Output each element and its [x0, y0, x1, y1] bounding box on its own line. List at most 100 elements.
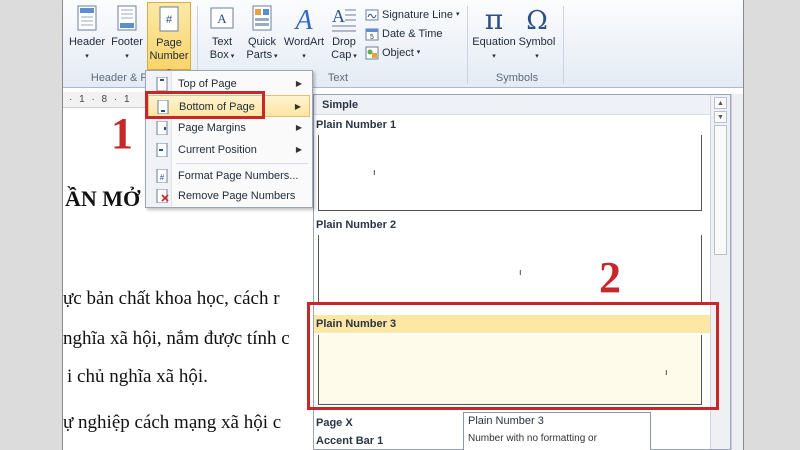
symbol-dropdown-icon: ▾ — [535, 53, 539, 60]
wordart-button[interactable]: A WordArt ▾ — [283, 4, 325, 70]
page-number-label-2: Number — [149, 50, 189, 62]
date-time-label: Date & Time — [382, 28, 443, 40]
scrollbar-thumb[interactable] — [714, 125, 727, 255]
drop-cap-button[interactable]: A Drop Cap ▾ — [327, 4, 361, 70]
svg-text:A: A — [293, 5, 313, 34]
menu-item-label: Format Page Numbers... — [178, 170, 299, 182]
gallery-item-plain-number-1[interactable]: ı — [318, 135, 702, 211]
submenu-arrow-icon: ▶ — [295, 79, 302, 88]
menu-separator — [176, 163, 308, 164]
svg-text:#: # — [166, 14, 173, 26]
top-of-page-icon — [156, 77, 168, 91]
footer-button[interactable]: Footer ▾ — [107, 4, 147, 70]
menu-item-current-position[interactable]: Current Position ▶ — [148, 139, 310, 161]
pi-icon: π — [485, 4, 503, 34]
gallery-item-title[interactable]: Accent Bar 1 — [316, 435, 383, 447]
symbol-label: Symbol — [518, 36, 556, 48]
header-button[interactable]: Header ▾ — [67, 4, 107, 70]
text-box-label-2: Box — [209, 49, 229, 61]
text-box-button[interactable]: A Text Box ▾ — [203, 4, 241, 70]
vertical-scrollbar[interactable] — [731, 94, 743, 450]
ruler-marks: · 1 · 8 · 1 — [69, 94, 132, 105]
footer-dropdown-icon: ▾ — [125, 53, 129, 60]
scroll-up-icon[interactable]: ▲ — [714, 97, 727, 109]
signature-line-label: Signature Line — [382, 9, 453, 21]
format-page-numbers-icon: # — [156, 169, 168, 183]
gallery-item-plain-number-2[interactable]: ı — [318, 235, 702, 305]
menu-item-label: Top of Page — [178, 78, 237, 90]
submenu-arrow-icon: ▶ — [295, 123, 302, 132]
annotation-number-2: 2 — [599, 253, 621, 302]
svg-text:Ω: Ω — [526, 6, 548, 34]
group-label-header-footer: Header & F — [90, 72, 148, 84]
gallery-item-title: Plain Number 1 — [316, 119, 397, 131]
page-number-button[interactable]: # Page Number ▾ — [147, 2, 191, 75]
document-line: ự nghiệp cách mạng xã hội c — [63, 412, 282, 433]
document-line: i chủ nghĩa xã hội. — [67, 366, 208, 387]
menu-item-remove-page-numbers[interactable]: Remove Page Numbers — [148, 185, 310, 207]
menu-item-format-page-numbers[interactable]: # Format Page Numbers... — [148, 165, 310, 187]
equation-button[interactable]: π Equation ▾ — [471, 4, 517, 70]
svg-text:#: # — [160, 173, 165, 182]
gallery-item-title: Plain Number 2 — [316, 219, 397, 231]
menu-item-label: Remove Page Numbers — [178, 190, 296, 202]
group-label-symbols: Symbols — [495, 72, 539, 84]
svg-text:π: π — [485, 4, 503, 34]
current-position-icon — [156, 143, 168, 157]
header-icon — [77, 5, 97, 31]
scroll-down-icon[interactable]: ▼ — [714, 111, 727, 123]
remove-page-numbers-icon — [156, 189, 169, 203]
horizontal-ruler[interactable]: · 1 · 8 · 1 — [63, 92, 153, 108]
gallery-tooltip: Plain Number 3 Number with no formatting… — [463, 412, 651, 450]
svg-text:5: 5 — [370, 34, 374, 41]
quick-parts-dropdown-icon: ▾ — [272, 53, 278, 60]
wordart-dropdown-icon: ▾ — [302, 53, 306, 60]
text-box-label-1: Text — [211, 36, 233, 48]
footer-icon — [117, 5, 137, 31]
object-button[interactable]: Object ▾ — [365, 44, 420, 62]
tooltip-title: Plain Number 3 — [468, 415, 544, 427]
header-label: Header — [68, 36, 106, 48]
svg-text:A: A — [332, 6, 345, 26]
group-separator — [467, 6, 468, 84]
date-time-button[interactable]: 5 Date & Time — [365, 25, 443, 43]
submenu-arrow-icon: ▶ — [294, 102, 301, 111]
word-window: Header ▾ Footer ▾ # Page Number ▾ A — [62, 0, 744, 450]
text-box-icon: A — [210, 7, 234, 29]
footer-label: Footer — [111, 36, 143, 48]
quick-parts-label-1: Quick — [247, 36, 277, 48]
symbol-button[interactable]: Ω Symbol ▾ — [517, 4, 557, 70]
text-box-dropdown-icon: ▾ — [228, 53, 235, 60]
page-number-icon: # — [159, 6, 179, 32]
menu-item-label: Page Margins — [178, 122, 246, 134]
wordart-label: WordArt — [283, 36, 325, 48]
wordart-icon: A — [293, 5, 313, 34]
page-number-label-1: Page — [156, 37, 182, 49]
equation-label: Equation — [472, 36, 516, 48]
signature-icon — [365, 9, 379, 21]
drop-cap-icon: A — [332, 6, 356, 32]
document-line: nghĩa xã hội, nắm được tính c — [63, 328, 290, 349]
quick-parts-icon — [252, 5, 272, 31]
quick-parts-label-2: Parts — [246, 49, 273, 61]
drop-cap-label-2: Cap — [331, 49, 352, 61]
page-number-mark: ı — [373, 167, 376, 177]
page-number-mark: ı — [519, 267, 522, 277]
quick-parts-button[interactable]: Quick Parts ▾ — [243, 4, 281, 70]
gallery-item-title[interactable]: Page X — [316, 417, 353, 429]
page-margins-icon — [156, 121, 168, 135]
gallery-section-simple: Simple — [314, 95, 710, 115]
group-separator — [563, 6, 564, 84]
group-label-text: Text — [327, 72, 349, 84]
drop-cap-label-1: Drop — [332, 36, 356, 48]
object-icon — [365, 46, 379, 60]
equation-dropdown-icon: ▾ — [492, 53, 496, 60]
annotation-box-plain-number-3 — [307, 302, 719, 410]
svg-text:A: A — [217, 11, 227, 26]
object-dropdown-icon: ▾ — [416, 49, 421, 56]
menu-item-label: Current Position — [178, 144, 257, 156]
menu-item-page-margins[interactable]: Page Margins ▶ — [148, 117, 310, 139]
header-dropdown-icon: ▾ — [85, 53, 89, 60]
tooltip-text: Number with no formatting or — [468, 433, 597, 444]
signature-line-button[interactable]: Signature Line ▾ — [365, 6, 459, 24]
